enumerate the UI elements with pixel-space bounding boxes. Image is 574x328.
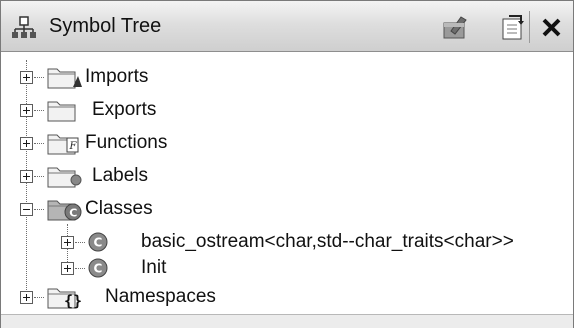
tree-node-label: Classes [85,198,153,219]
tree-node-label: Functions [85,132,168,153]
tree-connector-line [34,209,44,210]
tree-connector-line [34,143,44,144]
symbol-tree-icon [11,15,37,41]
folder-imports-icon [47,64,83,95]
svg-text:C: C [94,236,103,250]
tree-connector-line [34,77,44,78]
class-icon: C [87,257,109,284]
tree-node-label: Imports [85,66,149,87]
tree-node-label: Labels [92,165,148,186]
tree-node-class-init[interactable]: C Init [1,252,571,284]
folder-functions-icon: F [47,130,83,161]
folder-icon [47,97,83,128]
title-bar: Symbol Tree [1,1,573,52]
collapse-icon[interactable] [20,203,33,216]
symbol-tree-panel: Symbol Tree Imports Exports F Functions … [0,0,574,328]
svg-text:{}: {} [64,292,82,310]
tree-node-namespaces[interactable]: {} Namespaces [1,281,571,313]
navigate-icon[interactable] [499,13,527,41]
window-title: Symbol Tree [49,15,162,37]
tree-node-labels[interactable]: Labels [1,160,571,192]
folder-namespaces-icon: {} [47,284,83,315]
expand-icon[interactable] [20,291,33,304]
svg-text:C: C [94,262,103,276]
expand-icon[interactable] [20,104,33,117]
tree-connector-line [75,268,85,269]
tree-node-label: Exports [92,99,157,120]
close-icon[interactable] [538,13,566,41]
panel-bottom-edge [1,314,573,328]
tree-node-imports[interactable]: Imports [1,61,571,93]
tree-node-classes[interactable]: C Classes [1,193,571,225]
tree-node-functions[interactable]: F Functions [1,127,571,159]
tree-connector-line [75,242,85,243]
expand-icon[interactable] [20,71,33,84]
svg-text:F: F [69,141,78,152]
tree-connector-line [34,176,44,177]
tree-node-label: Init [141,257,167,278]
symbol-tree: Imports Exports F Functions Labels C Cla… [1,52,573,314]
folder-classes-icon: C [47,196,83,227]
folder-labels-icon [47,163,83,194]
tree-node-label: basic_ostream<char,std--char_traits<char… [141,231,514,252]
expand-icon[interactable] [20,170,33,183]
toolbar-separator [529,11,530,43]
expand-icon[interactable] [61,262,74,275]
tree-connector-line [34,297,44,298]
mark-icon[interactable] [441,13,469,41]
tree-connector-line [34,110,44,111]
expand-icon[interactable] [20,137,33,150]
expand-icon[interactable] [61,236,74,249]
tree-node-label: Namespaces [105,286,216,307]
tree-node-exports[interactable]: Exports [1,94,571,126]
svg-text:C: C [69,207,77,220]
